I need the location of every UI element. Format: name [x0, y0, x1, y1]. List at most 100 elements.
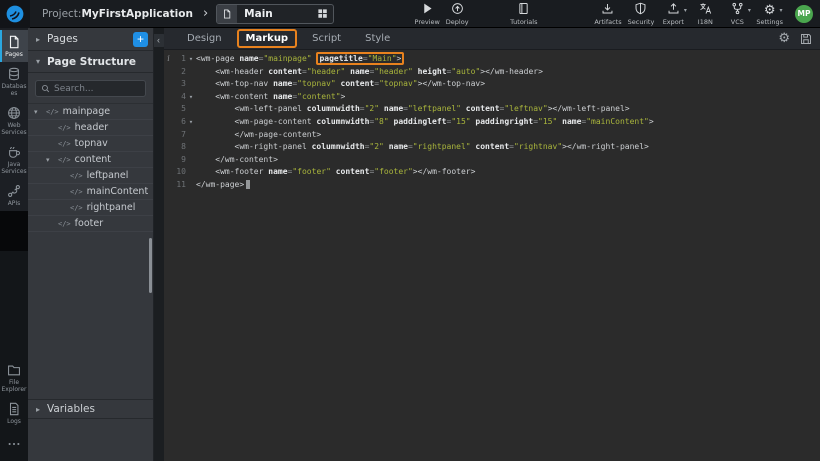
- topbar-primary-actions: Preview Deploy Tutorials: [412, 2, 539, 26]
- database-icon: [7, 67, 21, 81]
- rail-item-java-services[interactable]: Java Services: [0, 140, 28, 179]
- page-structure-tree: ▾</>mainpage</>header</>topnav▾</>conten…: [28, 104, 153, 232]
- page-structure-title: Page Structure: [47, 56, 136, 68]
- chevron-down-icon[interactable]: ▾: [34, 108, 46, 116]
- code-line-2[interactable]: 2 <wm-header content="header" name="head…: [164, 66, 820, 79]
- action-label: Deploy: [446, 18, 469, 26]
- breadcrumb-project[interactable]: Project:MyFirstApplication: [42, 8, 193, 20]
- line-number: 2: [173, 66, 186, 79]
- search-icon: [41, 84, 50, 93]
- gutter-spacer: [164, 166, 173, 179]
- project-name: MyFirstApplication: [81, 8, 193, 20]
- tutorials-button[interactable]: Tutorials: [508, 2, 539, 26]
- code-text: </wm-page-content>: [196, 129, 321, 142]
- rail-item-databases[interactable]: Databases: [0, 62, 28, 101]
- code-line-9[interactable]: 9 </wm-content>: [164, 154, 820, 167]
- line-number: 6: [173, 116, 186, 129]
- fold-spacer: [186, 78, 196, 91]
- vcs-button[interactable]: ▾VCS: [722, 2, 752, 26]
- code-line-6[interactable]: 6▾ <wm-page-content columnwidth="8" padd…: [164, 116, 820, 129]
- rail-item-web-services[interactable]: Web Services: [0, 101, 28, 140]
- code-line-11[interactable]: 11</wm-page>: [164, 179, 820, 192]
- fold-arrow-icon[interactable]: ▾: [186, 91, 196, 104]
- rail-item-pages[interactable]: Pages: [0, 30, 28, 62]
- tab-script[interactable]: Script: [303, 29, 350, 48]
- code-text: <wm-footer name="footer" content="footer…: [196, 166, 475, 179]
- tree-item-topnav[interactable]: </>topnav: [28, 136, 153, 152]
- tab-design[interactable]: Design: [178, 29, 231, 48]
- download-tray-icon: [601, 2, 614, 15]
- code-text: </wm-page>: [196, 179, 250, 192]
- chevron-right-icon: ▸: [36, 35, 47, 44]
- settings-button[interactable]: ⚙▾Settings: [754, 2, 785, 26]
- line-number: 8: [173, 141, 186, 154]
- save-icon[interactable]: [800, 33, 812, 45]
- rail-item-apis[interactable]: APIs: [0, 179, 28, 211]
- translate-icon: [699, 2, 712, 15]
- security-button[interactable]: Security: [626, 2, 657, 26]
- deploy-button[interactable]: Deploy: [442, 2, 472, 26]
- page-tab-main[interactable]: Main: [216, 4, 334, 24]
- code-line-7[interactable]: 7 </wm-page-content>: [164, 129, 820, 142]
- fold-spacer: [186, 66, 196, 79]
- sidebar-footer: [28, 419, 153, 461]
- rail-item-file-explorer[interactable]: File Explorer: [0, 358, 28, 397]
- chevron-down-icon[interactable]: ▾: [46, 156, 58, 164]
- tab-style[interactable]: Style: [356, 29, 399, 48]
- project-prefix: Project:: [42, 8, 81, 20]
- code-line-1[interactable]: i1▾<wm-page name="mainpage" pagetitle="M…: [164, 53, 820, 66]
- code-line-4[interactable]: 4▾ <wm-content name="content">: [164, 91, 820, 104]
- tree-item-footer[interactable]: </>footer: [28, 216, 153, 232]
- action-label: Security: [628, 18, 655, 26]
- ellipsis-icon: [7, 437, 21, 451]
- code-line-3[interactable]: 3 <wm-top-nav name="topnav" content="top…: [164, 78, 820, 91]
- code-line-8[interactable]: 8 <wm-right-panel columnwidth="2" name="…: [164, 141, 820, 154]
- code-line-10[interactable]: 10 <wm-footer name="footer" content="foo…: [164, 166, 820, 179]
- preview-button[interactable]: Preview: [412, 2, 442, 26]
- tree-item-mainpage[interactable]: ▾</>mainpage: [28, 104, 153, 120]
- play-icon: [421, 2, 434, 15]
- annotation-highlight: pagetitle="Main">: [316, 52, 404, 65]
- markup-code-editor[interactable]: i1▾<wm-page name="mainpage" pagetitle="M…: [164, 50, 820, 461]
- page-structure-header[interactable]: ▾ Page Structure: [28, 51, 153, 73]
- deploy-icon: [451, 2, 464, 15]
- line-number: 5: [173, 103, 186, 116]
- tab-markup[interactable]: Markup: [237, 29, 298, 48]
- rail-item-logs[interactable]: Logs: [0, 397, 28, 429]
- tree-item-content[interactable]: ▾</>content: [28, 152, 153, 168]
- fold-arrow-icon[interactable]: ▾: [186, 53, 196, 66]
- artifacts-button[interactable]: Artifacts: [592, 2, 623, 26]
- gutter-spacer: [164, 179, 173, 192]
- tree-item-header[interactable]: </>header: [28, 120, 153, 136]
- rail-top-group: PagesDatabasesWeb ServicesJava ServicesA…: [0, 28, 28, 211]
- search-input[interactable]: [54, 84, 140, 94]
- variables-header[interactable]: ▸ Variables: [28, 399, 153, 419]
- avatar[interactable]: MP: [795, 5, 813, 23]
- grid-icon[interactable]: [311, 8, 333, 19]
- search-box[interactable]: [35, 80, 146, 97]
- breadcrumb-chevron-icon: ›: [203, 6, 208, 21]
- code-icon: </>: [58, 140, 71, 148]
- sidebar-scrollbar[interactable]: [149, 238, 152, 293]
- fold-spacer: [186, 179, 196, 192]
- export-tray-icon: [667, 2, 680, 15]
- editor-tabs: Design Markup Script Style: [178, 29, 405, 48]
- left-icon-rail: PagesDatabasesWeb ServicesJava ServicesA…: [0, 28, 28, 461]
- branch-icon: [731, 2, 744, 15]
- rail-item-ellipsis[interactable]: [0, 429, 28, 459]
- wavemaker-logo-icon[interactable]: [0, 0, 30, 28]
- tree-item-mainContent[interactable]: </>mainContent: [28, 184, 153, 200]
- i18n-button[interactable]: I18N: [690, 2, 720, 26]
- export-button[interactable]: ▾Export: [658, 2, 688, 26]
- fold-spacer: [186, 166, 196, 179]
- gutter-spacer: [164, 91, 173, 104]
- fold-arrow-icon[interactable]: ▾: [186, 116, 196, 129]
- editor-settings-gear-icon[interactable]: ⚙: [778, 32, 790, 45]
- pages-panel-header[interactable]: ▸ Pages +: [28, 28, 153, 51]
- tree-item-rightpanel[interactable]: </>rightpanel: [28, 200, 153, 216]
- tree-item-leftpanel[interactable]: </>leftpanel: [28, 168, 153, 184]
- add-page-button[interactable]: +: [133, 32, 148, 47]
- tree-item-label: content: [75, 154, 111, 165]
- log-file-icon: [7, 402, 21, 416]
- code-line-5[interactable]: 5 <wm-left-panel columnwidth="2" name="l…: [164, 103, 820, 116]
